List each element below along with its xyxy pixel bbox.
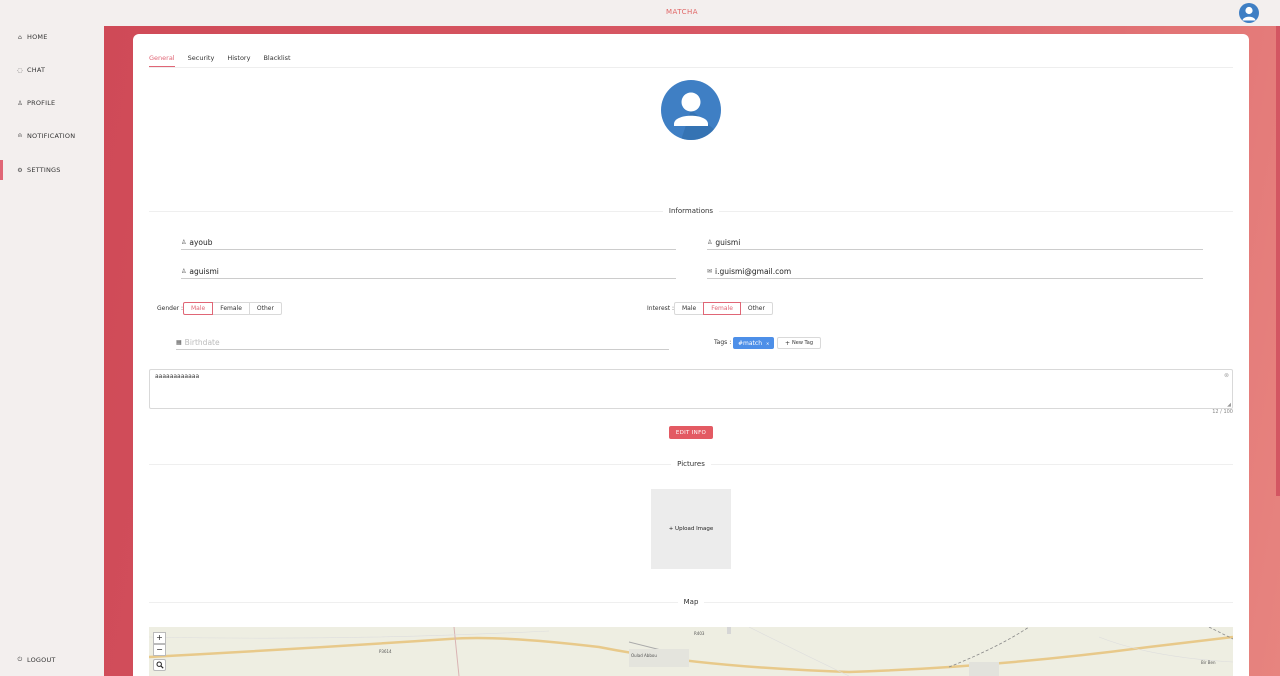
sidebar-item-notification[interactable]: ⍝ NOTIFICATION [17,132,75,140]
home-icon: ⌂ [17,33,22,41]
last-name-field[interactable]: ♙ guismi [707,236,1203,250]
bio-char-counter: 12 / 100 [1212,409,1233,415]
tab-history[interactable]: History [227,54,250,67]
interest-radio-group: Male Female Other [674,302,773,315]
tag-chip[interactable]: #match ✕ [733,337,775,349]
mail-icon: ✉ [707,268,713,275]
profile-avatar[interactable] [661,80,721,140]
avatar-person-icon [674,92,721,140]
sidebar-item-home[interactable]: ⌂ HOME [17,33,48,41]
logout-icon: ⏻ [17,656,23,663]
interest-male-option[interactable]: Male [674,302,705,315]
settings-tabs: General Security History Blacklist [149,54,291,67]
tab-security[interactable]: Security [188,54,215,67]
user-icon: ♙ [707,239,713,246]
first-name-field[interactable]: ♙ ayoub [181,236,676,250]
tabs-divider [149,67,1233,68]
bell-icon: ⍝ [18,132,22,139]
interest-label: Interest : [647,305,675,312]
map-road-label: R403 [694,631,705,636]
app-title: MATCHA [665,8,699,16]
clear-icon[interactable]: ⊗ [1224,372,1229,379]
gear-icon: ⚙ [17,166,23,174]
birthdate-field[interactable]: ▦ Birthdate [176,336,669,350]
chat-icon: ◌ [17,66,23,74]
sidebar-item-label: CHAT [27,66,46,74]
sidebar-item-label: HOME [27,33,48,41]
email-field[interactable]: ✉ i.guismi@gmail.com [707,265,1203,279]
top-bar: MATCHA [0,0,1280,26]
sidebar-item-settings[interactable]: ⚙ SETTINGS [17,166,61,174]
section-title-pictures: Pictures [0,460,1280,468]
gender-label: Gender : [157,305,184,312]
map-road-label: P3614 [379,649,392,654]
map-place-label: Oulad Abbou [631,653,657,658]
calendar-icon: ▦ [176,339,182,346]
sidebar-item-label: LOGOUT [27,656,56,664]
bio-textarea[interactable]: aaaaaaaaaaaa ⊗ ◢ [149,369,1233,409]
sidebar-item-label: PROFILE [27,99,56,107]
sidebar-item-logout[interactable]: ⏻ LOGOUT [17,656,56,664]
map-place-label: Bir Ben [1201,660,1216,665]
upload-image-button[interactable]: + Upload Image [651,489,731,569]
gender-male-option[interactable]: Male [183,302,214,315]
section-title-map: Map [0,598,1280,606]
edit-info-button[interactable]: EDIT INFO [669,426,713,439]
sidebar-item-chat[interactable]: ◌ CHAT [17,66,45,74]
resize-handle-icon[interactable]: ◢ [1227,402,1231,408]
map-zoom-out-button[interactable]: − [153,644,166,656]
tab-blacklist[interactable]: Blacklist [263,54,290,67]
user-avatar-icon[interactable] [1239,3,1259,23]
page-edge [1276,26,1280,496]
interest-other-option[interactable]: Other [739,302,773,315]
sidebar-item-label: NOTIFICATION [27,132,76,140]
close-icon[interactable]: ✕ [766,341,769,346]
tab-general[interactable]: General [149,54,175,67]
new-tag-button[interactable]: + New Tag [777,337,821,349]
section-title-informations: Informations [0,207,1280,215]
tags-label: Tags : [714,339,732,346]
user-icon: ♙ [17,99,23,107]
user-icon: ♙ [181,268,187,275]
map-search-icon[interactable] [153,659,166,671]
sidebar-active-indicator [0,160,3,180]
map-zoom-in-button[interactable]: + [153,632,166,644]
gender-female-option[interactable]: Female [212,302,250,315]
sidebar [0,26,104,676]
interest-female-option[interactable]: Female [703,302,741,315]
sidebar-item-label: SETTINGS [27,166,61,174]
user-icon: ♙ [181,239,187,246]
plus-icon: + [785,339,791,347]
gender-other-option[interactable]: Other [248,302,282,315]
gender-radio-group: Male Female Other [183,302,282,315]
location-map[interactable]: Oulad Abbou R403 P3614 Bir Ben [149,627,1233,676]
sidebar-item-profile[interactable]: ♙ PROFILE [17,99,55,107]
username-field[interactable]: ♙ aguismi [181,265,676,279]
